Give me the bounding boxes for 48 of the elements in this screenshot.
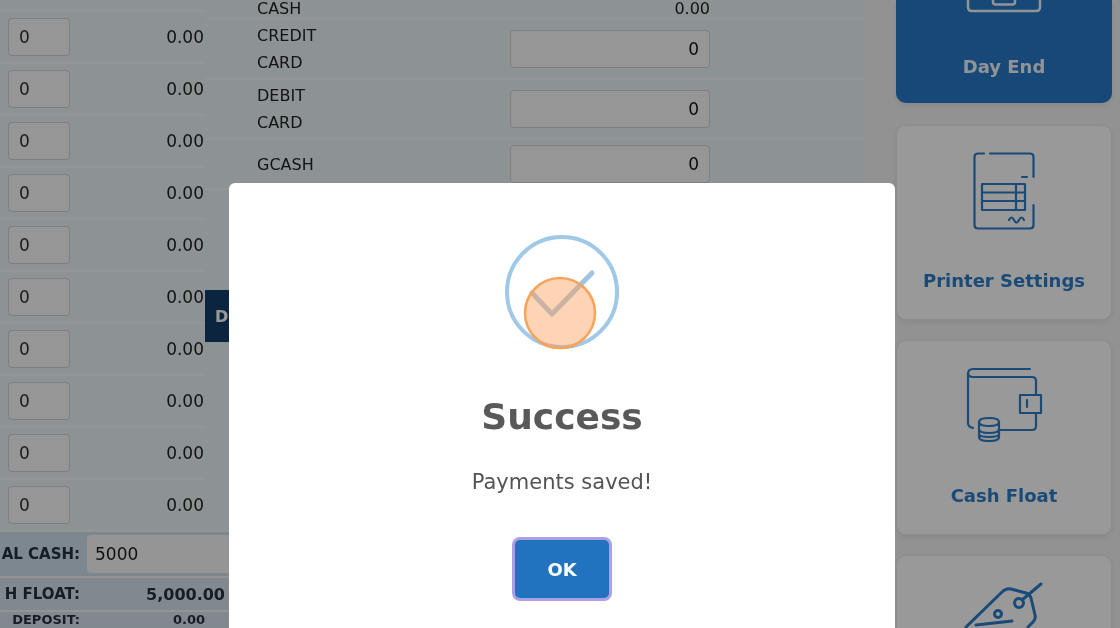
- count-field[interactable]: 0: [8, 18, 70, 56]
- tag-icon: [964, 582, 1044, 628]
- ok-button[interactable]: OK: [515, 540, 609, 598]
- receipt-icon: [973, 152, 1035, 230]
- menu-tile[interactable]: [896, 555, 1112, 628]
- amount-text: 0.00: [165, 339, 204, 359]
- payment-label: CASH: [257, 0, 303, 18]
- menu-tile[interactable]: Day End: [896, 0, 1112, 103]
- payment-field[interactable]: 0: [510, 90, 710, 128]
- amount-text: 0.00: [165, 131, 204, 151]
- payment-field[interactable]: 0: [510, 30, 710, 68]
- payment-field[interactable]: 0: [510, 145, 710, 183]
- count-field[interactable]: 0: [8, 122, 70, 160]
- summary-label: DEPOSIT:: [11, 612, 80, 628]
- side-button[interactable]: D: [205, 290, 229, 342]
- payment-amount: 0.00: [673, 0, 710, 18]
- amount-text: 0.00: [165, 79, 204, 99]
- menu-tile[interactable]: Cash Float: [896, 340, 1112, 535]
- amount-text: 0.00: [165, 235, 204, 255]
- summary-label: H FLOAT:: [3, 585, 80, 603]
- count-field[interactable]: 0: [8, 226, 70, 264]
- dialog-message: Payments saved!: [471, 470, 653, 494]
- summary-label: AL CASH:: [0, 545, 80, 563]
- dialog-title: Success: [481, 395, 643, 439]
- count-field[interactable]: 0: [8, 486, 70, 524]
- amount-text: 0.00: [165, 443, 204, 463]
- summary-value: 0.00: [171, 612, 206, 628]
- count-field[interactable]: 0: [8, 382, 70, 420]
- count-field[interactable]: 0: [8, 174, 70, 212]
- tap-indicator-icon: [523, 276, 597, 350]
- count-field[interactable]: 0: [8, 278, 70, 316]
- count-field[interactable]: 0: [8, 330, 70, 368]
- count-field[interactable]: 0: [8, 434, 70, 472]
- payment-label: GCASH: [257, 153, 315, 176]
- amount-text: 0.00: [165, 183, 204, 203]
- menu-tile[interactable]: Printer Settings: [896, 125, 1112, 320]
- wallet-icon: [965, 367, 1043, 442]
- amount-text: 0.00: [165, 391, 204, 411]
- amount-text: 0.00: [165, 27, 204, 47]
- payment-label: CREDIT CARD: [257, 25, 318, 74]
- device-icon: [966, 0, 1042, 13]
- success-check-icon: [502, 232, 622, 352]
- summary-value: 5,000.00: [145, 584, 226, 604]
- payment-label: DEBIT CARD: [257, 85, 306, 134]
- amount-text: 0.00: [165, 287, 204, 307]
- amount-text: 0.00: [165, 495, 204, 515]
- count-field[interactable]: 0: [8, 70, 70, 108]
- total-field[interactable]: 5000: [87, 535, 229, 573]
